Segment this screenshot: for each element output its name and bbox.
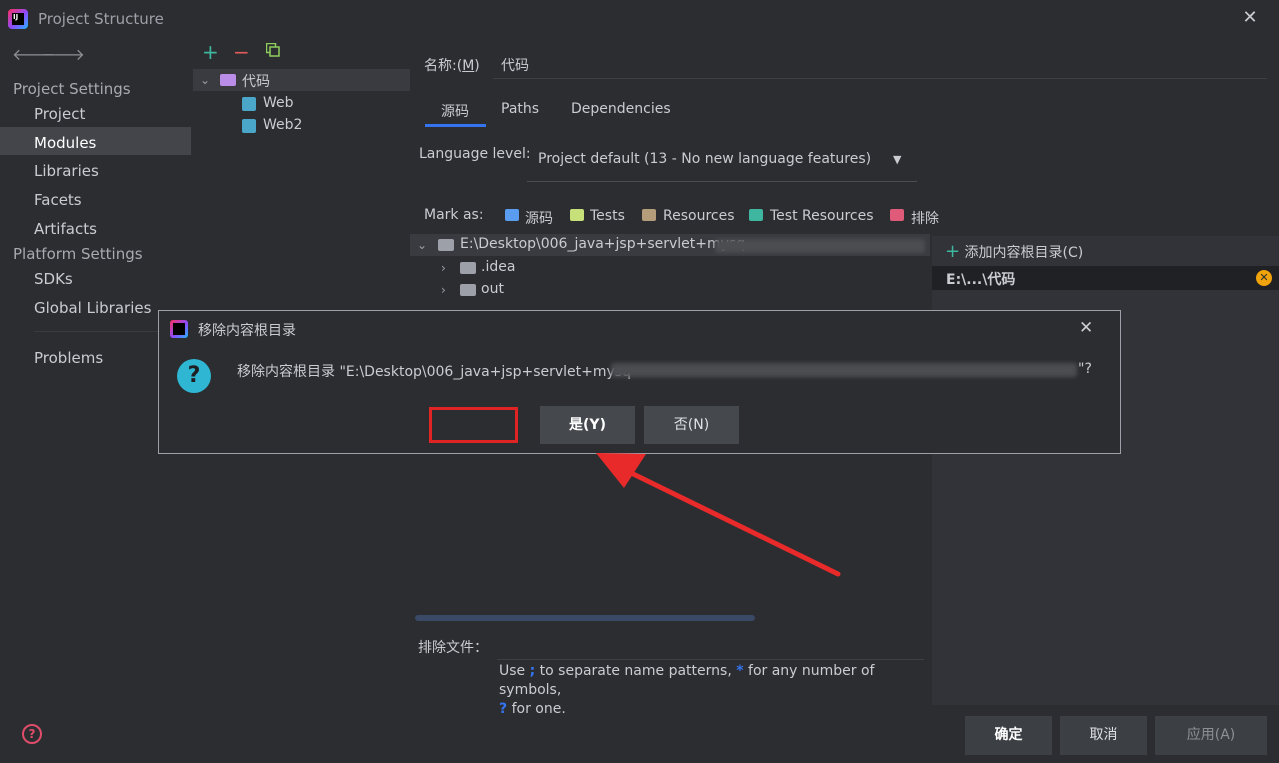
content-roots-panel [932, 236, 1279, 705]
chevron-down-icon[interactable]: ⌄ [200, 73, 210, 87]
exclude-files-input[interactable] [497, 659, 924, 660]
ok-button[interactable]: 确定 [965, 716, 1052, 755]
blurred-path [611, 363, 1077, 377]
chevron-down-icon[interactable]: ⌄ [417, 238, 427, 252]
add-icon[interactable]: + [202, 40, 219, 64]
mark-test-resources-button[interactable]: Test Resources [770, 208, 874, 224]
close-icon[interactable]: ✕ [1079, 318, 1093, 338]
content-root-path: E:\Desktop\006_java+jsp+servlet+mysq [460, 236, 746, 252]
nav-item-problems[interactable]: Problems [34, 349, 103, 367]
dropdown-arrow-icon[interactable]: ▼ [893, 153, 901, 166]
name-field-underline [493, 78, 1267, 79]
folder-icon [438, 239, 454, 251]
module-folder-icon [220, 74, 236, 86]
folder-icon [460, 262, 476, 274]
nav-item-libraries[interactable]: Libraries [34, 162, 99, 180]
remove-root-icon[interactable]: ✕ [1256, 270, 1272, 286]
remove-content-root-dialog: 移除内容根目录 ✕ ? 移除内容根目录 "E:\Desktop\006_java… [158, 310, 1121, 454]
nav-item-facets[interactable]: Facets [34, 191, 82, 209]
nav-item-artifacts[interactable]: Artifacts [34, 220, 97, 238]
language-level-select[interactable]: Project default (13 - No new language fe… [538, 151, 871, 167]
question-icon: ? [177, 359, 211, 393]
intellij-logo-icon: IJ [8, 9, 28, 29]
yes-button[interactable]: 是(Y) [540, 406, 635, 444]
tree-item-root-module[interactable]: 代码 [242, 71, 270, 91]
window-title: Project Structure [38, 10, 164, 28]
blurred-path [715, 239, 925, 253]
name-label: 名称:(M) [424, 58, 480, 74]
add-icon: + [945, 241, 961, 262]
mark-excluded-button[interactable]: 排除 [911, 208, 939, 228]
dialog-title: 移除内容根目录 [198, 323, 296, 339]
tab-sources[interactable]: 源码 [441, 101, 469, 121]
language-level-underline [527, 181, 917, 182]
tree-item-web[interactable]: Web [263, 95, 294, 111]
no-button[interactable]: 否(N) [644, 406, 739, 444]
nav-item-modules[interactable]: Modules [34, 134, 96, 152]
chevron-right-icon[interactable]: › [441, 261, 446, 275]
chevron-right-icon[interactable]: › [441, 283, 446, 297]
tab-paths[interactable]: Paths [501, 101, 539, 117]
excluded-folder-icon [890, 209, 904, 221]
resources-folder-icon [642, 209, 656, 221]
mark-tests-button[interactable]: Tests [590, 208, 625, 224]
exclude-hint: Use ; to separate name patterns, * for a… [499, 663, 875, 717]
mark-sources-button[interactable]: 源码 [525, 208, 553, 228]
dialog-message: 移除内容根目录 "E:\Desktop\006_java+jsp+servlet… [237, 364, 631, 380]
title-bar [0, 0, 1279, 38]
folder-out[interactable]: out [481, 281, 504, 297]
web-module-icon [242, 119, 256, 133]
folder-idea[interactable]: .idea [481, 259, 515, 275]
test-resources-folder-icon [749, 209, 763, 221]
active-tab-indicator [425, 124, 486, 127]
nav-item-global-libraries[interactable]: Global Libraries [34, 299, 151, 317]
exclude-files-label: 排除文件： [418, 640, 488, 656]
tests-folder-icon [570, 209, 584, 221]
annotation-highlight-box [429, 407, 518, 443]
dialog-message-end: "? [1078, 361, 1092, 377]
help-icon[interactable]: ? [22, 724, 42, 744]
remove-icon[interactable]: − [233, 40, 250, 64]
nav-item-project[interactable]: Project [34, 105, 85, 123]
close-window-icon[interactable]: ✕ [1240, 8, 1260, 28]
intellij-logo-icon [170, 320, 188, 338]
web-module-icon [242, 97, 256, 111]
tree-item-web2[interactable]: Web2 [263, 117, 302, 133]
tab-dependencies[interactable]: Dependencies [571, 101, 671, 117]
mark-resources-button[interactable]: Resources [663, 208, 735, 224]
mark-as-label: Mark as: [424, 207, 484, 223]
arrow-right-icon[interactable]: 🡒 [42, 44, 85, 64]
content-root-entry-label: E:\...\代码 [946, 272, 1016, 288]
sources-folder-icon [505, 209, 519, 221]
horizontal-scrollbar[interactable] [415, 615, 755, 621]
section-project-settings: Project Settings [13, 80, 131, 98]
cancel-button[interactable]: 取消 [1060, 716, 1147, 755]
apply-button[interactable]: 应用(A) [1155, 716, 1267, 755]
add-content-root-button[interactable]: + 添加内容根目录(C) [945, 241, 1083, 262]
section-platform-settings: Platform Settings [13, 245, 143, 263]
nav-item-sdks[interactable]: SDKs [34, 270, 73, 288]
copy-icon[interactable] [266, 43, 280, 57]
language-level-label: Language level: [419, 146, 531, 162]
folder-icon [460, 284, 476, 296]
name-field[interactable]: 代码 [501, 55, 529, 75]
